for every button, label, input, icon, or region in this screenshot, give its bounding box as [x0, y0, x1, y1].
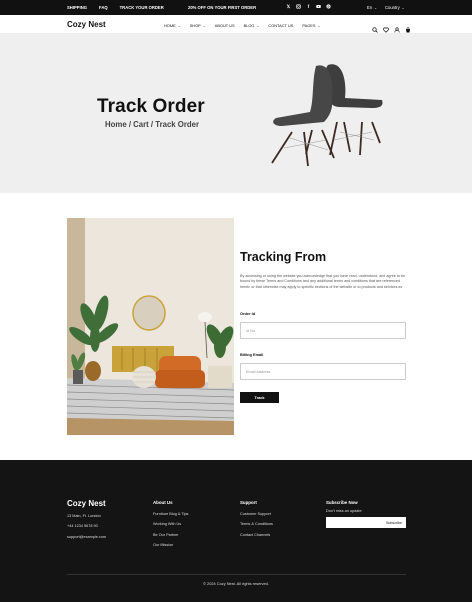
about-links: Furniture Blog & Tips Working With Us Be…	[153, 509, 188, 550]
footer-link-customer-support[interactable]: Customer Support	[240, 509, 273, 519]
language-value: En	[367, 4, 373, 10]
copyright-text: © 2024 Cozy Nest. All rights reserved.	[203, 581, 269, 586]
search-icon[interactable]	[372, 20, 378, 33]
footer-contact: 13 Main, Ft. London +44 1234 5678 90 sup…	[67, 511, 106, 542]
footer-link-mission[interactable]: Our Mission	[153, 540, 188, 550]
nav-label: CONTACT US	[268, 22, 294, 28]
nav-shop[interactable]: SHOP ⌄	[190, 23, 206, 28]
logo[interactable]: Cozy Nest	[67, 20, 106, 29]
top-bar: SHIPPING FAQ TRACK YOUR ORDER 20% OFF ON…	[0, 0, 472, 15]
breadcrumb: Home / Cart / Track Order	[105, 120, 200, 129]
order-id-label: Order Id	[240, 311, 256, 316]
support-links: Customer Support Terms & Conditions Cont…	[240, 509, 273, 540]
section-title: Tracking From	[240, 250, 327, 264]
chevron-down-icon: ⌄	[256, 23, 260, 28]
nav-about[interactable]: ABOUT US	[215, 23, 235, 28]
subscribe-heading: Subscribe Now	[326, 500, 358, 505]
user-icon[interactable]	[394, 20, 400, 33]
nav-label: PAGES	[302, 22, 316, 28]
nav-home[interactable]: HOME ⌄	[164, 23, 181, 28]
chair-image	[271, 64, 383, 167]
nav-label: HOME	[164, 22, 176, 28]
nav-label: ABOUT US	[214, 22, 235, 28]
cart-icon[interactable]	[405, 20, 411, 33]
nav-label: SHOP	[189, 22, 201, 28]
footer-link-terms[interactable]: Terms & Conditions	[240, 519, 273, 529]
subscribe-note: Don't miss an update	[326, 509, 362, 513]
shipping-link[interactable]: SHIPPING	[67, 5, 87, 10]
page-hero: Track Order Home / Cart / Track Order	[0, 34, 472, 193]
language-select[interactable]: En ⌄	[367, 5, 377, 10]
nav-label: BLOG	[243, 22, 255, 28]
page-title: Track Order	[97, 96, 205, 117]
email-text[interactable]: support@example.com	[67, 532, 106, 542]
section-description: By accessing or using the website you ac…	[240, 274, 406, 289]
footer-logo[interactable]: Cozy Nest	[67, 499, 106, 508]
nav-pages[interactable]: PAGES ⌄	[302, 23, 320, 28]
nav-contact[interactable]: CONTACT US	[268, 23, 293, 28]
footer-link-working[interactable]: Working With Us	[153, 519, 188, 529]
instagram-icon[interactable]	[296, 4, 301, 9]
footer-link-partner[interactable]: Be Our Partner	[153, 530, 188, 540]
main-header: Cozy Nest HOME ⌄ SHOP ⌄ ABOUT US BLOG ⌄ CON…	[0, 15, 472, 34]
x-icon[interactable]: 𝕏	[286, 4, 291, 9]
svg-text:p: p	[328, 5, 330, 9]
nav-blog[interactable]: BLOG ⌄	[244, 23, 260, 28]
room-photo	[67, 218, 234, 435]
track-order-link[interactable]: TRACK YOUR ORDER	[120, 5, 164, 10]
footer-divider	[67, 574, 406, 575]
chevron-down-icon: ⌄	[177, 23, 181, 28]
chevron-down-icon: ⌄	[202, 23, 206, 28]
social-links: 𝕏 f p	[286, 4, 331, 9]
promo-text: 20% OFF ON YOUR FIRST ORDER	[188, 5, 257, 10]
billing-email-input[interactable]	[240, 363, 406, 380]
track-button[interactable]: Track	[240, 392, 279, 403]
about-heading: About Us	[153, 500, 173, 505]
faq-link[interactable]: FAQ	[99, 5, 108, 10]
top-links: SHIPPING FAQ TRACK YOUR ORDER	[67, 5, 164, 10]
phone-text[interactable]: +44 1234 5678 90	[67, 521, 106, 531]
order-id-input[interactable]	[240, 322, 406, 339]
chevron-down-icon: ⌄	[374, 5, 378, 10]
chevron-down-icon: ⌄	[317, 23, 321, 28]
youtube-icon[interactable]	[316, 4, 321, 9]
support-heading: Support	[240, 500, 257, 505]
facebook-icon[interactable]: f	[306, 4, 311, 9]
country-select[interactable]: Country ⌄	[385, 5, 405, 10]
heart-icon[interactable]	[383, 20, 389, 33]
subscribe-input[interactable]: Subscribe	[326, 517, 406, 528]
footer: Cozy Nest 13 Main, Ft. London +44 1234 5…	[0, 460, 472, 602]
tracking-section: Tracking From By accessing or using the …	[240, 250, 406, 290]
footer-link-blog[interactable]: Furniture Blog & Tips	[153, 509, 188, 519]
chevron-down-icon: ⌄	[401, 5, 405, 10]
subscribe-button[interactable]: Subscribe	[386, 521, 402, 525]
header-icons	[372, 20, 411, 33]
billing-email-label: Billing Email	[240, 352, 264, 357]
main-nav: HOME ⌄ SHOP ⌄ ABOUT US BLOG ⌄ CONTACT US PA…	[164, 23, 320, 28]
pinterest-icon[interactable]: p	[326, 4, 331, 9]
address-text: 13 Main, Ft. London	[67, 514, 101, 518]
country-value: Country	[385, 4, 400, 10]
footer-link-contact-channels[interactable]: Contact Channels	[240, 530, 273, 540]
